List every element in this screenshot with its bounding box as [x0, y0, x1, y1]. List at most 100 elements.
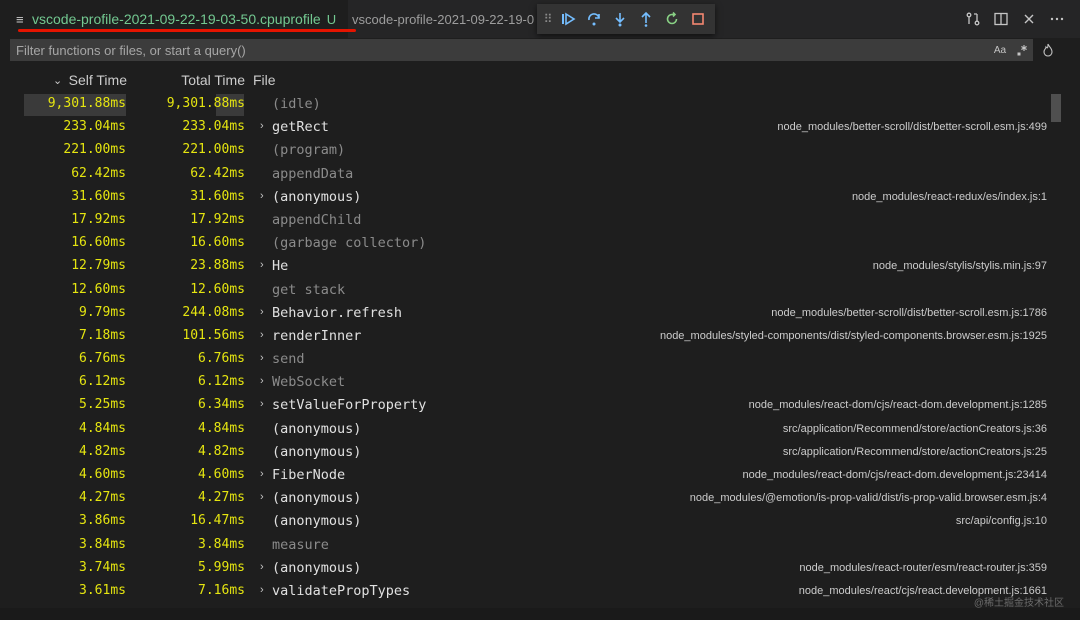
column-header-total-time[interactable]: Total Time	[150, 72, 245, 88]
chevron-right-icon[interactable]: ›	[260, 491, 264, 503]
step-over-icon[interactable]	[581, 6, 607, 32]
file-path-link[interactable]: src/application/Recommend/store/actionCr…	[783, 446, 1047, 458]
table-row[interactable]: 221.00ms 221.00ms (program)	[0, 140, 1050, 163]
table-row[interactable]: 9,301.88ms 9,301.88ms (idle)	[0, 94, 1050, 117]
continue-icon[interactable]	[555, 6, 581, 32]
table-row[interactable]: 31.60ms 31.60ms › (anonymous) node_modules/r…	[0, 187, 1050, 210]
chevron-right-icon[interactable]: ›	[260, 375, 264, 387]
table-row[interactable]: 4.27ms 4.27ms › (anonymous) node_modules/@em…	[0, 488, 1050, 511]
file-path-link[interactable]: node_modules/styled-components/dist/styl…	[660, 330, 1047, 342]
red-underline-annotation	[18, 29, 356, 32]
chevron-right-icon[interactable]: ›	[260, 561, 264, 573]
function-name: (program)	[272, 142, 346, 159]
stop-icon[interactable]	[685, 6, 711, 32]
tab-active[interactable]: ≡ vscode-profile-2021-09-22-19-03-50.cpu…	[0, 0, 348, 38]
file-path-link[interactable]: node_modules/react-dom/cjs/react-dom.dev…	[743, 469, 1048, 481]
tab-bar: ≡ vscode-profile-2021-09-22-19-03-50.cpu…	[0, 0, 1080, 38]
function-name: (anonymous)	[272, 420, 362, 437]
function-name: FiberNode	[272, 467, 346, 483]
chevron-right-icon[interactable]: ›	[260, 398, 264, 410]
column-header-self-time[interactable]: Self Time	[53, 72, 127, 88]
match-case-button[interactable]: Aa	[989, 40, 1011, 60]
chevron-right-icon[interactable]: ›	[260, 352, 264, 364]
function-name: send	[272, 351, 305, 368]
regex-icon[interactable]	[1011, 40, 1033, 60]
table-row[interactable]: 7.18ms 101.56ms › renderInner node_modules/s…	[0, 326, 1050, 349]
function-name: (anonymous)	[272, 513, 362, 530]
self-time-cell: 6.12ms	[79, 374, 126, 390]
file-path-link[interactable]: src/api/config.js:10	[956, 515, 1047, 527]
self-time-cell: 5.25ms	[79, 397, 126, 413]
total-time-cell: 3.84ms	[198, 536, 245, 552]
function-name: (anonymous)	[272, 188, 362, 205]
column-header-file[interactable]: File	[253, 72, 276, 88]
file-path-link[interactable]: node_modules/better-scroll/dist/better-s…	[777, 121, 1047, 133]
chevron-right-icon[interactable]: ›	[260, 306, 264, 318]
file-path-link[interactable]: node_modules/react-redux/es/index.js:1	[852, 191, 1047, 203]
total-time-cell: 101.56ms	[182, 327, 245, 343]
table-row[interactable]: 6.76ms 6.76ms › send	[0, 349, 1050, 372]
table-row[interactable]: 3.61ms 7.16ms › validatePropTypes node_modul…	[0, 581, 1050, 604]
column-headers: ⌄ Self Time Total Time File	[0, 72, 1080, 92]
vertical-scrollbar[interactable]	[1051, 94, 1061, 122]
function-name: measure	[272, 536, 329, 553]
step-out-icon[interactable]	[633, 6, 659, 32]
close-icon[interactable]	[1018, 8, 1040, 30]
total-time-cell: 5.99ms	[198, 559, 245, 575]
total-time-cell: 233.04ms	[182, 119, 245, 135]
table-row[interactable]: 4.82ms 4.82ms (anonymous) src/application/R…	[0, 442, 1050, 465]
table-row[interactable]: 12.79ms 23.88ms › He node_modules/stylis/sty…	[0, 256, 1050, 279]
split-editor-icon[interactable]	[990, 8, 1012, 30]
function-name: (anonymous)	[272, 559, 362, 576]
table-row[interactable]: 6.12ms 6.12ms › WebSocket	[0, 372, 1050, 395]
table-row[interactable]: 4.60ms 4.60ms › FiberNode node_modules/react…	[0, 465, 1050, 488]
file-path-link[interactable]: node_modules/react-router/esm/react-rout…	[799, 562, 1047, 574]
self-time-cell: 4.60ms	[79, 467, 126, 482]
table-row[interactable]: 5.25ms 6.34ms › setValueForProperty node_mod…	[0, 395, 1050, 418]
debug-toolbar: ⠿	[537, 4, 715, 34]
filter-bar: Aa	[10, 39, 1033, 61]
table-row[interactable]: 16.60ms 16.60ms (garbage collector)	[0, 233, 1050, 256]
chevron-right-icon[interactable]: ›	[260, 259, 264, 271]
more-actions-icon[interactable]	[1046, 8, 1068, 30]
filter-input[interactable]	[10, 41, 989, 59]
function-name: get stack	[272, 281, 346, 298]
chevron-right-icon[interactable]: ›	[260, 329, 264, 341]
table-row[interactable]: 12.60ms 12.60ms get stack	[0, 280, 1050, 303]
file-path-link[interactable]: node_modules/@emotion/is-prop-valid/dist…	[690, 492, 1047, 504]
table-row[interactable]: 62.42ms 62.42ms appendData	[0, 164, 1050, 187]
chevron-right-icon[interactable]: ›	[260, 468, 264, 480]
file-path-link[interactable]: src/application/Recommend/store/actionCr…	[783, 423, 1047, 435]
restart-icon[interactable]	[659, 6, 685, 32]
tab-inactive[interactable]: vscode-profile-2021-09-22-19-0	[352, 0, 542, 38]
file-path-link[interactable]: node_modules/stylis/stylis.min.js:97	[873, 260, 1047, 272]
file-path-link[interactable]: node_modules/react-dom/cjs/react-dom.dev…	[749, 399, 1047, 411]
table-row[interactable]: 233.04ms 233.04ms › getRect node_modules/bet…	[0, 117, 1050, 140]
compare-changes-icon[interactable]	[962, 8, 984, 30]
total-time-cell: 6.34ms	[198, 397, 245, 413]
table-row[interactable]: 3.86ms 16.47ms (anonymous) src/api/config.j…	[0, 511, 1050, 534]
self-time-cell: 7.18ms	[79, 327, 126, 343]
flame-graph-icon[interactable]	[1040, 41, 1056, 59]
tab-inactive-title: vscode-profile-2021-09-22-19-0	[352, 11, 535, 27]
total-time-cell: 4.27ms	[198, 490, 245, 506]
self-time-cell: 221.00ms	[63, 142, 126, 158]
table-row[interactable]: 9.79ms 244.08ms › Behavior.refresh node_modu…	[0, 303, 1050, 326]
self-time-cell: 62.42ms	[71, 165, 126, 181]
function-name: renderInner	[272, 327, 362, 344]
step-into-icon[interactable]	[607, 6, 633, 32]
table-row[interactable]: 3.84ms 3.84ms measure	[0, 535, 1050, 558]
drag-grip-icon[interactable]: ⠿	[541, 12, 555, 26]
chevron-right-icon[interactable]: ›	[260, 584, 264, 596]
table-row[interactable]: 3.74ms 5.99ms › (anonymous) node_modules/rea…	[0, 558, 1050, 581]
function-name: appendData	[272, 165, 354, 182]
total-time-cell: 244.08ms	[182, 304, 245, 320]
function-name: (anonymous)	[272, 443, 362, 460]
total-time-cell: 17.92ms	[190, 211, 245, 227]
chevron-right-icon[interactable]: ›	[260, 190, 264, 202]
chevron-right-icon[interactable]: ›	[260, 120, 264, 132]
file-path-link[interactable]: node_modules/better-scroll/dist/better-s…	[771, 307, 1047, 319]
total-time-cell: 16.60ms	[190, 235, 245, 251]
table-row[interactable]: 17.92ms 17.92ms appendChild	[0, 210, 1050, 233]
table-row[interactable]: 4.84ms 4.84ms (anonymous) src/application/R…	[0, 419, 1050, 442]
